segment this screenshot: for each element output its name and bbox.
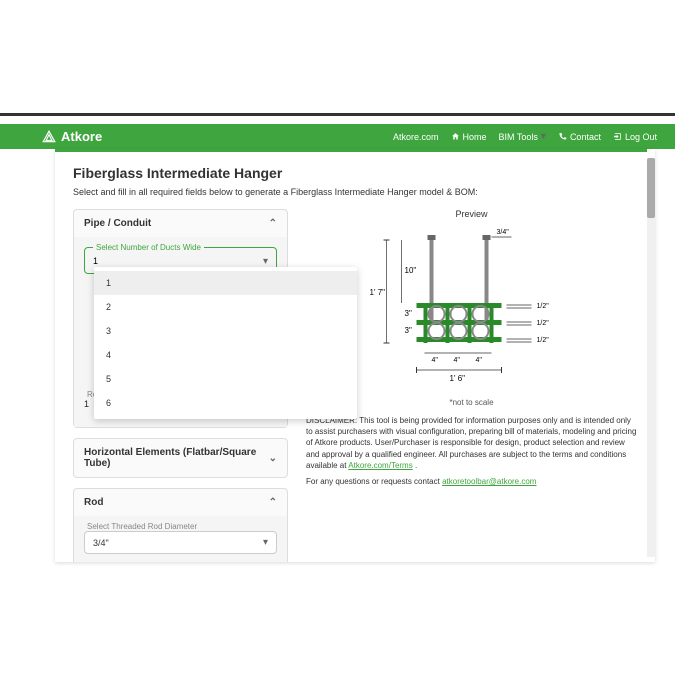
svg-text:1' 6": 1' 6" [450,374,466,383]
contact-email-link[interactable]: atkoretoolbar@atkore.com [442,477,536,486]
nav-bim[interactable]: BIM Tools▾ [499,131,546,142]
chevron-down-icon: ⌄ [269,453,277,464]
disclaimer-text: DISCLAIMER: This tool is being provided … [306,415,637,471]
svg-text:4": 4" [432,357,439,364]
nav-site[interactable]: Atkore.com [393,132,439,142]
dropdown-option-4[interactable]: 4 [94,343,357,367]
phone-icon [558,132,567,141]
scrollbar-thumb[interactable] [647,158,655,218]
black-header-bar [0,113,675,116]
brand-logo[interactable]: Atkore [42,129,102,144]
svg-text:1' 7": 1' 7" [370,288,386,297]
svg-text:3": 3" [405,309,412,318]
svg-text:4": 4" [476,357,483,364]
ducts-wide-dropdown: 1 2 3 4 5 6 [94,267,357,419]
card-top-accent [55,149,647,152]
nav-home[interactable]: Home [451,132,487,142]
brand-text: Atkore [61,129,102,144]
rod-panel: Rod ⌃ Select Threaded Rod Diameter 3/4" … [73,488,288,562]
nav-contact[interactable]: Contact [558,132,601,142]
page-scrollbar[interactable] [647,158,655,557]
pipe-panel-header[interactable]: Pipe / Conduit ⌃ [74,210,287,237]
chevron-up-icon: ⌃ [269,218,277,229]
top-nav: Atkore Atkore.com Home BIM Tools▾ Contac… [0,124,675,149]
form-column: Pipe / Conduit ⌃ Select Number of Ducts … [73,209,288,562]
nav-links: Atkore.com Home BIM Tools▾ Contact Log O… [393,131,657,142]
logo-icon [42,130,56,144]
contact-text: For any questions or requests contact at… [306,477,637,486]
svg-text:1/2": 1/2" [537,337,550,344]
svg-text:3": 3" [405,326,412,335]
chevron-up-icon: ⌃ [269,497,277,508]
horizontal-panel-header[interactable]: Horizontal Elements (Flatbar/Square Tube… [74,439,287,477]
dropdown-option-6[interactable]: 6 [94,391,357,415]
svg-text:4": 4" [454,357,461,364]
dropdown-option-1[interactable]: 1 [94,271,357,295]
page-description: Select and fill in all required fields b… [73,187,637,197]
dropdown-option-5[interactable]: 5 [94,367,357,391]
content-card: Fiberglass Intermediate Hanger Select an… [55,149,655,562]
horizontal-elements-panel: Horizontal Elements (Flatbar/Square Tube… [73,438,288,478]
home-icon [451,132,460,141]
logout-icon [613,132,622,141]
chevron-down-icon: ▾ [263,537,268,548]
svg-text:3/4": 3/4" [497,229,510,236]
rod-panel-header[interactable]: Rod ⌃ [74,489,287,516]
svg-text:10": 10" [405,266,417,275]
chevron-down-icon: ▾ [263,256,268,267]
terms-link[interactable]: Atkore.com/Terms [348,461,412,470]
svg-text:1/2": 1/2" [537,303,550,310]
svg-text:1/2": 1/2" [537,320,550,327]
nav-logout[interactable]: Log Out [613,132,657,142]
page-title: Fiberglass Intermediate Hanger [73,165,637,181]
chevron-down-icon: ▾ [541,131,546,142]
dropdown-option-2[interactable]: 2 [94,295,357,319]
rod-diameter-select[interactable]: 3/4" ▾ [84,531,277,554]
preview-title: Preview [306,209,637,219]
dropdown-option-3[interactable]: 3 [94,319,357,343]
pipe-conduit-panel: Pipe / Conduit ⌃ Select Number of Ducts … [73,209,288,428]
